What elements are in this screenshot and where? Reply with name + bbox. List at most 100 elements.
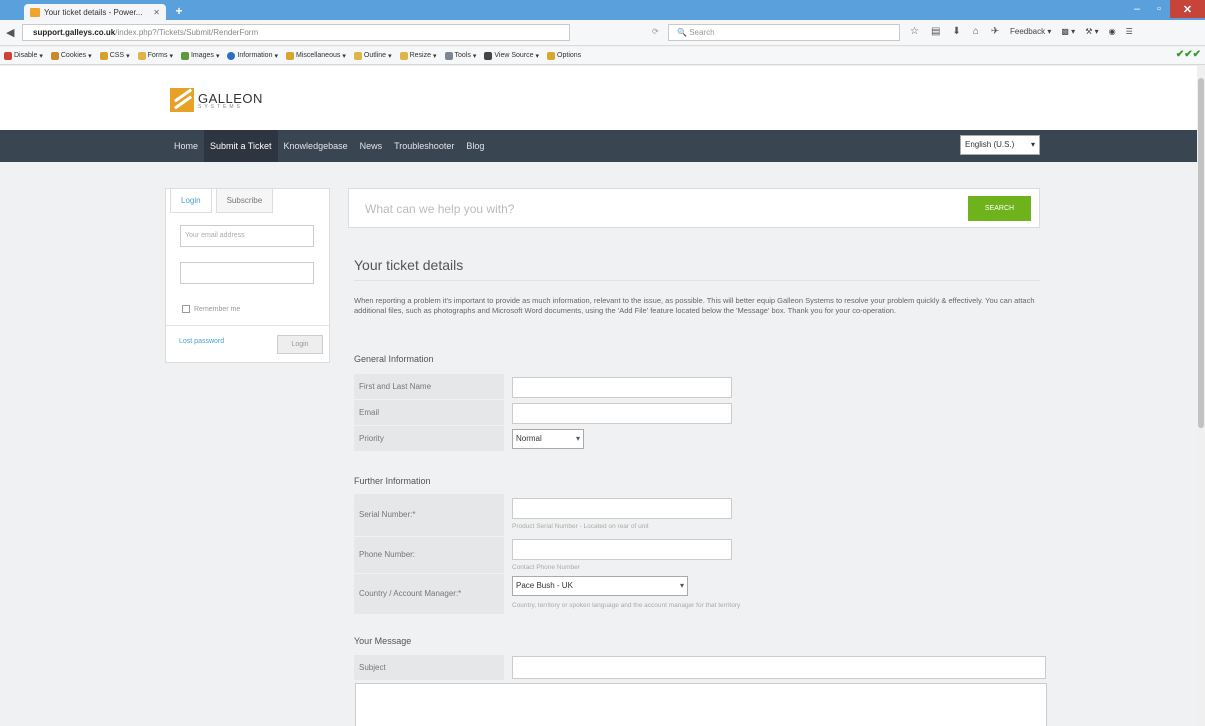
intro-text: When reporting a problem it's important … [354,296,1035,315]
bookmark-item[interactable]: Tools ▾ [444,51,476,60]
reading-list-icon[interactable]: ▤ [931,26,940,37]
phone-label: Phone Number: [354,537,504,573]
tab-subscribe[interactable]: Subscribe [215,189,274,213]
favicon-icon [30,7,40,17]
email-field[interactable] [512,403,732,424]
pocket-icon[interactable]: ✈ [991,26,999,37]
images-icon [180,51,189,60]
subject-field[interactable] [512,656,1046,679]
validation-check-icons: ✔✔✔ [1175,49,1201,60]
nav-knowledgebase[interactable]: Knowledgebase [278,130,354,162]
url-path: /index.php?/Tickets/Submit/RenderForm [115,28,259,37]
address-bar[interactable]: support.galleys.co.uk/index.php?/Tickets… [22,24,570,41]
bookmark-item[interactable]: Resize ▾ [399,51,437,60]
site-logo[interactable]: GALLEON SYSTEMS [170,88,263,112]
tab-login[interactable]: Login [170,189,212,213]
tools-bookmark-icon [444,51,453,60]
bookmark-item[interactable]: Forms ▾ [137,51,173,60]
cookie-icon [50,51,59,60]
email-placeholder: Your email address [185,232,245,239]
home-icon[interactable]: ⌂ [973,26,979,37]
feedback-button[interactable]: Feedback ▾ [1010,27,1051,36]
further-info-heading: Further Information [354,476,431,486]
nav-submit-ticket[interactable]: Submit a Ticket [204,130,278,162]
addon-icon[interactable]: ▩ ▾ [1061,27,1075,36]
bookmark-item[interactable]: Images ▾ [180,51,219,60]
country-value: Pace Bush - UK [516,581,573,590]
language-select[interactable]: English (U.S.) ▾ [960,135,1040,155]
login-button[interactable]: Login [277,335,323,354]
priority-select[interactable]: Normal ▾ [512,429,584,449]
scrollbar-thumb[interactable] [1198,78,1204,428]
browser-tab[interactable]: Your ticket details - Power... ✕ [24,4,166,20]
bookmark-item[interactable]: Cookies ▾ [50,51,92,60]
reload-icon[interactable]: ⟳ [652,27,659,36]
kb-search: What can we help you with? SEARCH [348,188,1040,228]
close-tab-icon[interactable]: ✕ [153,8,160,17]
bookmark-item[interactable]: Miscellaneous ▾ [286,51,346,60]
name-field[interactable] [512,377,732,398]
subject-label: Subject [354,655,504,680]
remember-me-label: Remember me [194,305,241,313]
browser-search-box[interactable]: 🔍 Search [668,24,900,41]
page-scrollbar[interactable] [1197,66,1205,726]
window-minimize-button[interactable]: – [1126,0,1148,18]
nav-troubleshooter[interactable]: Troubleshooter [388,130,460,162]
search-button[interactable]: SEARCH [968,196,1031,221]
bookmark-item[interactable]: Information ▾ [227,51,278,60]
resize-icon [399,51,408,60]
outline-icon [353,51,362,60]
bookmark-item[interactable]: CSS ▾ [99,51,130,60]
window-maximize-button[interactable]: ▫ [1148,0,1170,18]
bookmarks-toolbar: Disable ▾ Cookies ▾ CSS ▾ Forms ▾ Images… [0,47,1205,65]
bookmark-star-icon[interactable]: ☆ [910,26,919,37]
serial-label: Serial Number:* [354,494,504,536]
country-select[interactable]: Pace Bush - UK ▾ [512,576,688,596]
message-textarea[interactable] [355,683,1047,726]
your-message-heading: Your Message [354,636,412,646]
menu-icon[interactable]: ☰ [1126,27,1133,36]
chevron-down-icon: ▾ [679,581,684,590]
country-hint: Country, territory or spoken language an… [512,602,741,609]
nav-blog[interactable]: Blog [460,130,490,162]
login-email-input[interactable]: Your email address [180,225,314,247]
browser-search-placeholder: Search [689,28,715,37]
window-close-button[interactable]: ✕ [1170,0,1205,18]
login-password-input[interactable] [180,262,314,284]
url-host: support.galleys.co.uk [33,28,116,37]
general-info-heading: General Information [354,354,434,364]
priority-value: Normal [516,434,542,443]
site-header: GALLEON SYSTEMS [0,66,1197,130]
forms-icon [137,51,146,60]
tools-icon[interactable]: ⚒ ▾ [1085,27,1098,36]
page-title: Your ticket details [354,257,464,273]
nav-news[interactable]: News [354,130,389,162]
css-icon [99,51,108,60]
phone-hint: Contact Phone Number [512,564,580,571]
bookmark-item[interactable]: Outline ▾ [353,51,392,60]
sync-icon[interactable]: ◉ [1109,27,1116,36]
galleon-logo-icon [170,88,194,112]
lost-password-link[interactable]: Lost password [179,338,224,345]
chevron-down-icon: ▾ [1030,140,1035,149]
bookmark-item[interactable]: View Source ▾ [484,51,539,60]
nav-home[interactable]: Home [168,130,204,162]
country-label: Country / Account Manager:* [354,574,504,614]
serial-number-field[interactable] [512,498,732,519]
download-icon[interactable]: ⬇ [952,26,960,37]
kb-search-input[interactable]: What can we help you with? [365,189,514,229]
disable-icon [4,51,12,60]
bookmark-item[interactable]: Disable ▾ [4,51,43,60]
phone-number-field[interactable] [512,539,732,560]
new-tab-button[interactable]: + [170,5,188,18]
browser-tab-title: Your ticket details - Power... [44,7,143,17]
bookmark-item[interactable]: Options [547,51,581,60]
back-icon[interactable]: ◀ [6,26,14,39]
chevron-down-icon: ▾ [575,434,580,443]
priority-label: Priority [354,426,504,451]
email-label: Email [354,400,504,425]
remember-me-checkbox[interactable]: Remember me [182,305,240,313]
name-label: First and Last Name [354,374,504,399]
browser-navigation-bar: ◀ support.galleys.co.uk/index.php?/Ticke… [0,20,1205,46]
view-source-icon [484,51,493,60]
